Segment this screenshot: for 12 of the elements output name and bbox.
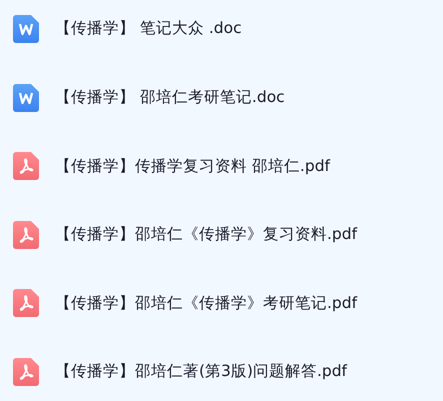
- file-name[interactable]: 【传播学】 邵培仁考研笔记.doc: [55, 86, 285, 110]
- file-name[interactable]: 【传播学】邵培仁《传播学》考研笔记.pdf: [55, 292, 358, 315]
- word-document-icon: [13, 84, 39, 112]
- word-document-icon: [13, 15, 39, 43]
- file-name[interactable]: 【传播学】传播学复习资料 邵培仁.pdf: [55, 154, 330, 178]
- file-name[interactable]: 【传播学】 笔记大众 .doc: [55, 17, 242, 41]
- file-name[interactable]: 【传播学】邵培仁著(第3版)问题解答.pdf: [55, 360, 348, 384]
- pdf-document-icon: [13, 152, 39, 180]
- pdf-document-icon: [13, 358, 39, 386]
- pdf-document-icon: [13, 289, 39, 318]
- file-name[interactable]: 【传播学】邵培仁《传播学》复习资料.pdf: [55, 223, 358, 246]
- pdf-document-icon: [13, 220, 39, 249]
